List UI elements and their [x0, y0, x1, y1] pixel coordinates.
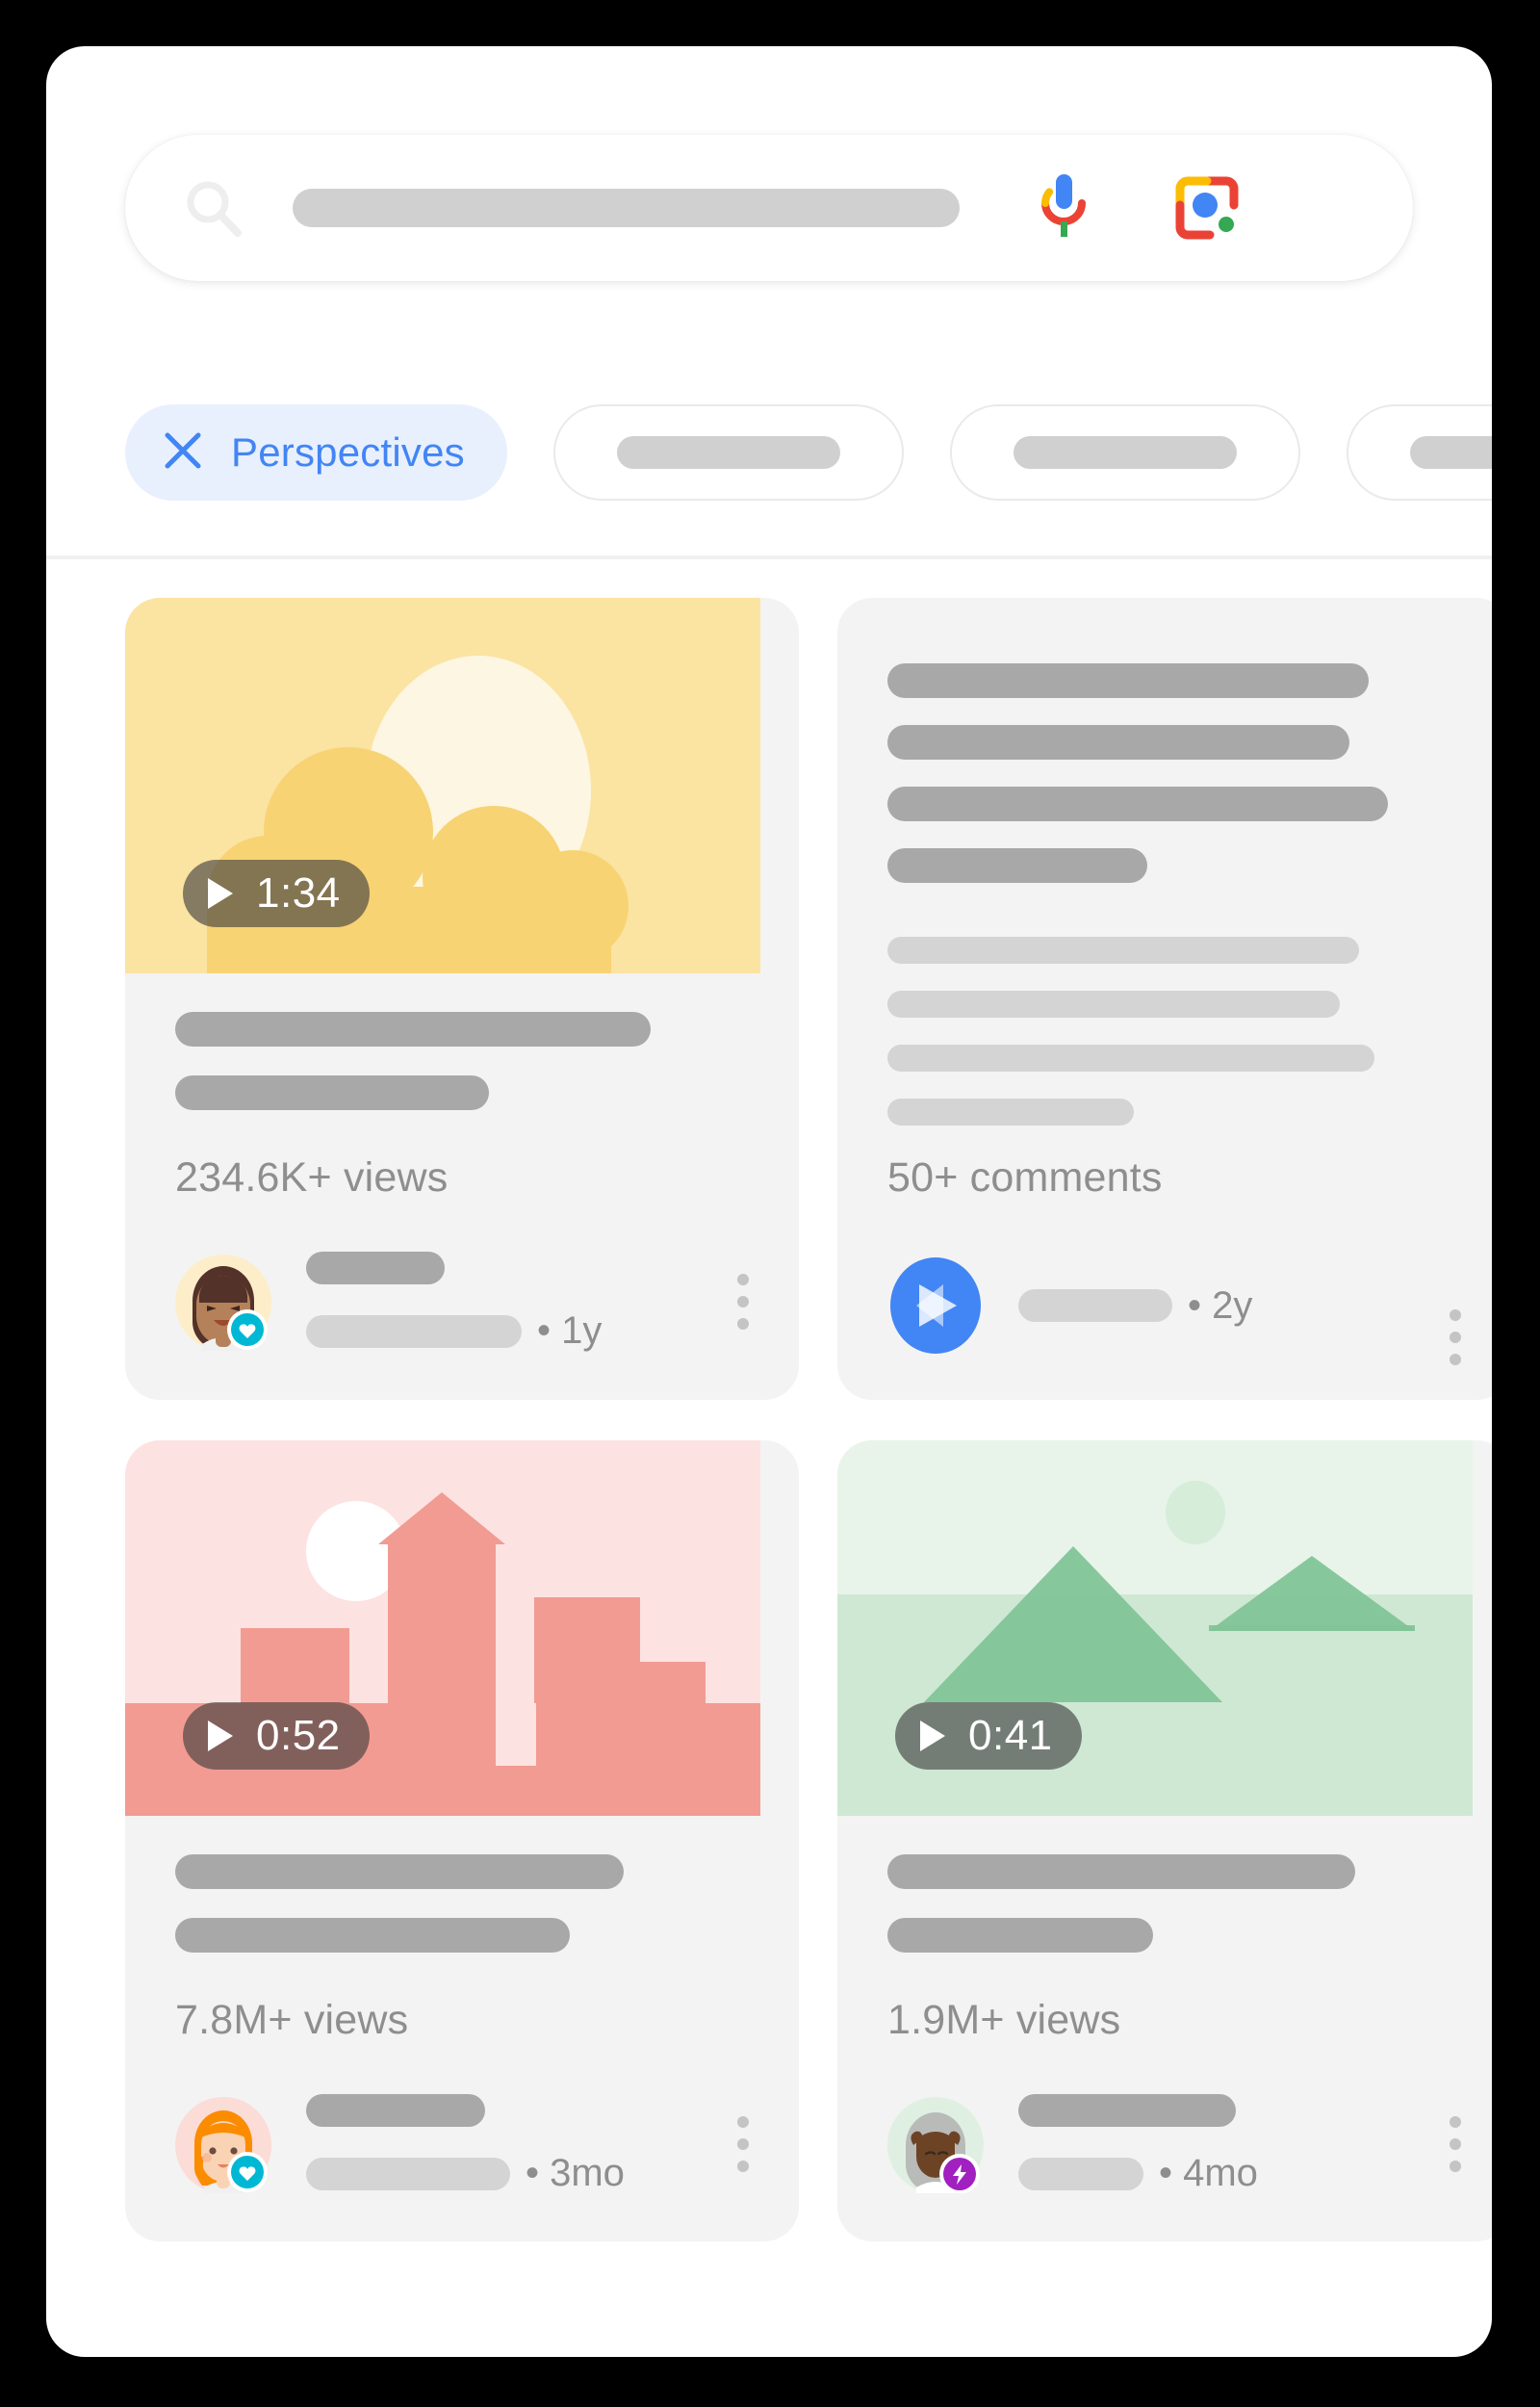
play-icon [208, 878, 233, 909]
woman-avatar[interactable] [175, 1254, 271, 1351]
text-skeleton-line [887, 1045, 1374, 1072]
chip-skeleton [1409, 436, 1492, 469]
age-text: • 3mo [526, 2152, 625, 2194]
age-text: • 4mo [1159, 2152, 1258, 2194]
duration-text: 1:34 [256, 869, 341, 917]
age-text: • 2y [1188, 1283, 1253, 1327]
close-icon[interactable] [162, 429, 204, 477]
kebab-menu-icon[interactable] [737, 2116, 749, 2172]
text-skeleton-line [887, 848, 1147, 883]
result-card-video-city[interactable]: 0:52 7.8M+ views • 3mo [125, 1440, 799, 2241]
duration-text: 0:52 [256, 1712, 341, 1759]
chip-perspectives[interactable]: Perspectives [125, 404, 507, 501]
text-skeleton-line [887, 787, 1388, 821]
card-byline: • 4mo [887, 2094, 1461, 2241]
text-skeleton-line [887, 937, 1359, 964]
duration-badge: 0:52 [183, 1702, 370, 1770]
blue-play-badge-icon[interactable] [887, 1257, 984, 1354]
search-icon [183, 177, 244, 239]
byline-texts: • 4mo [1018, 2094, 1258, 2195]
author-skeleton [306, 1252, 445, 1284]
text-skeleton-line [887, 725, 1349, 760]
card-body: 50+ comments • 2y [837, 598, 1492, 1400]
google-lens-icon[interactable] [1175, 176, 1239, 240]
chip-placeholder-3[interactable] [1346, 404, 1492, 501]
results-grid: 1:34 234.6K+ views • 1y 50+ comments • 2… [125, 598, 1492, 2241]
card-body: 7.8M+ views • 3mo [125, 1816, 799, 2241]
title-skeleton-line [887, 1854, 1355, 1889]
search-bar[interactable] [125, 135, 1413, 281]
duration-badge: 1:34 [183, 860, 370, 927]
duration-text: 0:41 [968, 1712, 1053, 1759]
byline-texts: • 2y [1018, 1284, 1252, 1328]
thumbnail-clouds-sun[interactable]: 1:34 [125, 598, 760, 973]
card-body: 234.6K+ views • 1y [125, 973, 799, 1399]
app-panel: Perspectives 1:34 234.6K+ views • 1y 50+… [46, 46, 1492, 2357]
text-skeleton-line [887, 1099, 1134, 1126]
chip-skeleton [616, 436, 840, 469]
elder-avatar[interactable] [887, 2096, 984, 2193]
card-byline: • 3mo [175, 2094, 749, 2241]
play-icon [208, 1721, 233, 1751]
views-count: 7.8M+ views [175, 1997, 409, 2043]
chip-placeholder-2[interactable] [949, 404, 1300, 501]
kebab-menu-icon[interactable] [1450, 1309, 1461, 1365]
source-skeleton [1018, 1289, 1172, 1322]
author-skeleton [306, 2094, 485, 2127]
views-count: 234.6K+ views [175, 1154, 449, 1201]
title-skeleton-line [175, 1854, 624, 1889]
text-skeleton-line [887, 663, 1369, 698]
source-skeleton [1018, 2157, 1143, 2190]
card-byline: • 2y [887, 1257, 1461, 1400]
duration-badge: 0:41 [895, 1702, 1082, 1770]
thumbnail-mountains-sun[interactable]: 0:41 [837, 1440, 1473, 1816]
comments-count: 50+ comments [887, 1154, 1163, 1201]
chip-skeleton [1013, 436, 1237, 469]
result-card-video-clouds[interactable]: 1:34 234.6K+ views • 1y [125, 598, 799, 1400]
title-skeleton-line [175, 1012, 651, 1047]
source-skeleton [306, 1314, 522, 1348]
views-count: 1.9M+ views [887, 1997, 1121, 2043]
chip-label-perspectives: Perspectives [231, 429, 465, 475]
source-skeleton [306, 2157, 510, 2190]
search-input[interactable] [293, 189, 960, 227]
result-card-text-comments[interactable]: 50+ comments • 2y [837, 598, 1492, 1400]
kebab-menu-icon[interactable] [737, 1274, 749, 1330]
header-divider [46, 556, 1492, 559]
chip-placeholder-1[interactable] [552, 404, 904, 501]
play-icon [920, 1721, 945, 1751]
age-text: • 1y [537, 1309, 603, 1352]
text-skeleton-line [887, 991, 1340, 1018]
thumbnail-city-skyline[interactable]: 0:52 [125, 1440, 760, 1816]
byline-texts: • 1y [306, 1252, 602, 1353]
author-skeleton [1018, 2094, 1236, 2127]
title-skeleton-line [175, 1075, 489, 1110]
card-body: 1.9M+ views • 4mo [837, 1816, 1492, 2241]
title-skeleton-line [887, 1918, 1153, 1953]
microphone-icon[interactable] [1033, 174, 1094, 242]
card-byline: • 1y [175, 1252, 749, 1399]
filter-chips-row: Perspectives [46, 401, 1492, 505]
title-skeleton-line [175, 1918, 570, 1953]
kebab-menu-icon[interactable] [1450, 2116, 1461, 2172]
orange-hair-avatar[interactable] [175, 2096, 271, 2193]
byline-texts: • 3mo [306, 2094, 625, 2195]
result-card-video-mountains[interactable]: 0:41 1.9M+ views • 4mo [837, 1440, 1492, 2241]
